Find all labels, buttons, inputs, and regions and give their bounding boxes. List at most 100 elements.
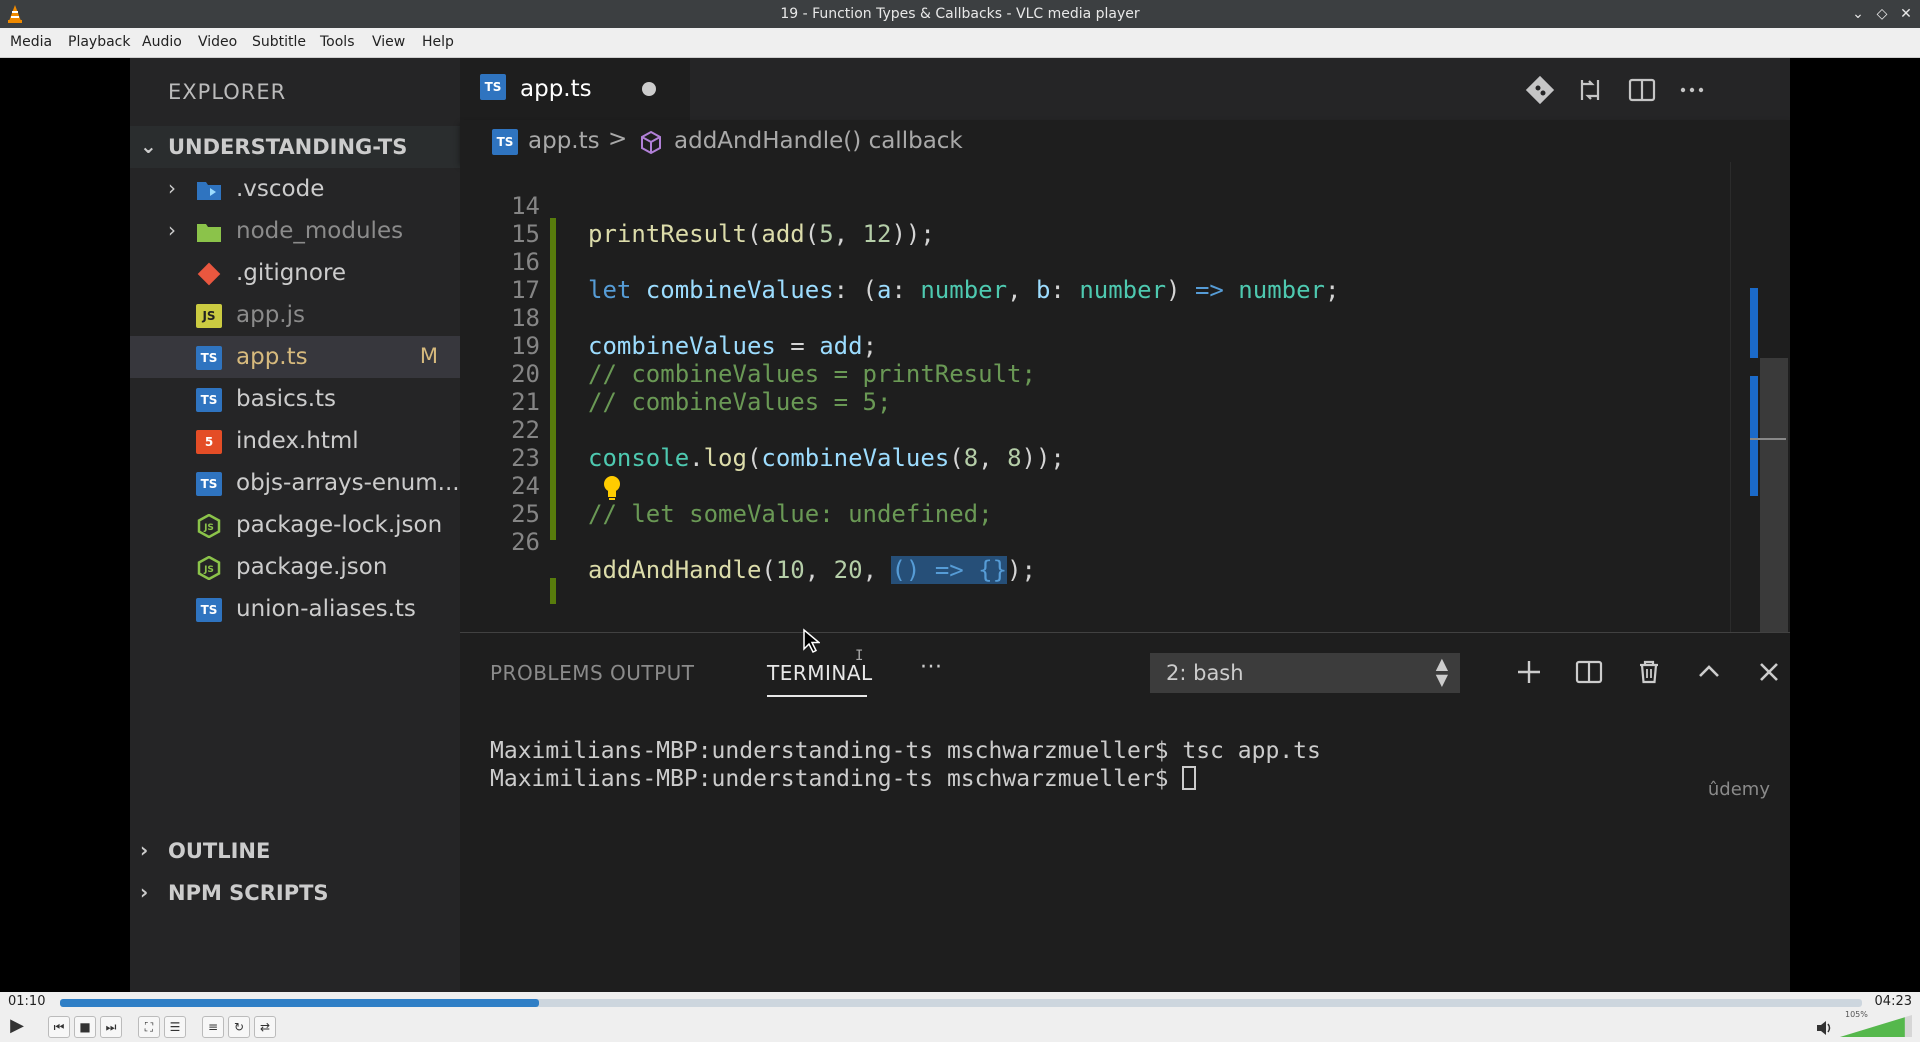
tree-item-app-ts[interactable]: TS app.ts M: [130, 336, 460, 378]
terminal-cursor: [1182, 766, 1197, 790]
close-panel-icon[interactable]: [1752, 655, 1786, 689]
npm-scripts-label: NPM SCRIPTS: [168, 881, 329, 905]
seek-progress: [60, 999, 540, 1007]
scrollbar-thumb[interactable]: [1760, 358, 1788, 638]
selected-text: () => {}: [891, 556, 1008, 584]
ts-file-icon: TS: [196, 472, 222, 496]
speaker-icon[interactable]: [1816, 1020, 1834, 1036]
project-folder-header[interactable]: ⌄ UNDERSTANDING-TS: [130, 126, 460, 168]
tree-item-vscode[interactable]: › .vscode: [130, 168, 460, 210]
terminal-line: Maximilians-MBP:understanding-ts mschwar…: [490, 738, 1321, 764]
time-total: 04:23: [1874, 994, 1912, 1009]
tab-app-ts[interactable]: TS app.ts: [460, 58, 690, 120]
file-name: package.json: [236, 554, 388, 580]
node-json-icon: JS: [197, 514, 221, 538]
ruler-cursor-marker: [1750, 438, 1786, 440]
fullscreen-icon[interactable]: ⛶: [138, 1016, 160, 1038]
stop-icon[interactable]: ■: [74, 1016, 96, 1038]
file-name: index.html: [236, 428, 359, 454]
terminal-output[interactable]: Maximilians-MBP:understanding-ts mschwar…: [490, 737, 1690, 793]
chevron-right-icon: ›: [168, 176, 176, 200]
menu-view[interactable]: View: [372, 34, 405, 50]
tab-terminal[interactable]: TERMINAL: [767, 661, 873, 685]
menu-media[interactable]: Media: [10, 34, 52, 50]
previous-icon[interactable]: ⏮: [48, 1016, 70, 1038]
chevron-up-icon[interactable]: [1692, 655, 1726, 689]
svg-text:JS: JS: [203, 565, 214, 575]
tree-item-node-modules[interactable]: › node_modules: [130, 210, 460, 252]
menu-tools[interactable]: Tools: [320, 34, 355, 50]
vscode-folder-icon: [197, 182, 221, 200]
breadcrumb-file[interactable]: app.ts: [528, 128, 600, 154]
node-json-icon: JS: [197, 556, 221, 580]
editor-group: TS app.ts TS app.ts > addAndHandle() cal…: [460, 58, 1790, 992]
menu-playback[interactable]: Playback: [68, 34, 130, 50]
terminal-select-value: 2: bash: [1166, 661, 1244, 685]
tree-item-union-aliases[interactable]: TS union-aliases.ts: [130, 588, 460, 630]
menu-help[interactable]: Help: [422, 34, 454, 50]
tree-item-app-js[interactable]: JS app.js: [130, 294, 460, 336]
code-editor[interactable]: 14 printResult(add(5, 12)); 15 16 let co…: [460, 162, 1790, 632]
volume-slider[interactable]: [1840, 1014, 1912, 1038]
chevron-down-icon: ⌄: [140, 134, 157, 158]
player-controls: 01:10 04:23 ▶ ⏮ ■ ⏭ ⛶ ☰ ≡ ↻ ⇄ 105%: [0, 992, 1920, 1042]
tree-item-gitignore[interactable]: .gitignore: [130, 252, 460, 294]
npm-scripts-section[interactable]: › NPM SCRIPTS: [130, 872, 460, 914]
node-folder-icon: [197, 224, 221, 242]
tree-item-objs-arrays[interactable]: TS objs-arrays-enum...: [130, 462, 460, 504]
next-icon[interactable]: ⏭: [100, 1016, 122, 1038]
tab-problems[interactable]: PROBLEMS: [490, 661, 603, 685]
time-elapsed: 01:10: [8, 994, 46, 1009]
extended-settings-icon[interactable]: ☰: [164, 1016, 186, 1038]
git-compare-icon[interactable]: [1524, 74, 1556, 106]
unsaved-dot-icon[interactable]: [642, 82, 656, 96]
terminal-select[interactable]: 2: bash ▲ ▼: [1150, 653, 1460, 693]
loop-icon[interactable]: ↻: [228, 1016, 250, 1038]
file-name: package-lock.json: [236, 512, 443, 538]
trash-icon[interactable]: [1632, 655, 1666, 689]
tree-item-basics-ts[interactable]: TS basics.ts: [130, 378, 460, 420]
playlist-icon[interactable]: ≡: [202, 1016, 224, 1038]
new-terminal-icon[interactable]: [1512, 655, 1546, 689]
play-icon[interactable]: ▶: [4, 1016, 30, 1040]
tree-item-index-html[interactable]: 5 index.html: [130, 420, 460, 462]
text-cursor-icon: I: [855, 648, 864, 664]
file-name: app.ts: [236, 344, 308, 370]
lightbulb-icon[interactable]: [600, 474, 624, 502]
restore-icon[interactable]: ◇: [1872, 4, 1892, 24]
js-file-icon: JS: [196, 304, 222, 328]
menu-video[interactable]: Video: [198, 34, 237, 50]
window-title: 19 - Function Types & Callbacks - VLC me…: [780, 6, 1140, 22]
outline-section[interactable]: › OUTLINE: [130, 830, 460, 872]
menu-audio[interactable]: Audio: [142, 34, 182, 50]
panel-more-icon[interactable]: ···: [920, 655, 942, 680]
tree-item-package-json[interactable]: JS package.json: [130, 546, 460, 588]
title-bar: 19 - Function Types & Callbacks - VLC me…: [0, 0, 1920, 28]
tree-item-package-lock[interactable]: JS package-lock.json: [130, 504, 460, 546]
symbol-cube-icon: [641, 130, 661, 155]
terminal-line: Maximilians-MBP:understanding-ts mschwar…: [490, 765, 1690, 793]
file-name: objs-arrays-enum...: [236, 470, 460, 496]
file-name: .vscode: [236, 176, 325, 202]
minimize-icon[interactable]: ⌄: [1848, 4, 1868, 24]
split-editor-icon[interactable]: [1626, 74, 1658, 106]
file-name: union-aliases.ts: [236, 596, 416, 622]
html-file-icon: 5: [196, 430, 222, 454]
close-window-icon[interactable]: ✕: [1896, 4, 1916, 24]
code-text: addAndHandle(10, 20, () => {});: [588, 556, 1036, 584]
tab-output[interactable]: OUTPUT: [610, 661, 695, 685]
ts-file-icon: TS: [196, 346, 222, 370]
tab-label: app.ts: [520, 76, 592, 102]
ts-file-icon: TS: [196, 388, 222, 412]
open-changes-icon[interactable]: [1574, 74, 1606, 106]
file-name: basics.ts: [236, 386, 337, 412]
seek-bar[interactable]: [60, 999, 1862, 1007]
more-actions-icon[interactable]: [1676, 74, 1708, 106]
video-area[interactable]: EXPLORER ⌄ UNDERSTANDING-TS › .vscode › …: [0, 58, 1920, 992]
breadcrumb-symbol[interactable]: addAndHandle() callback: [674, 128, 963, 154]
menu-subtitle[interactable]: Subtitle: [252, 34, 306, 50]
menu-bar: Media Playback Audio Video Subtitle Tool…: [0, 28, 1920, 58]
explorer-sidebar: EXPLORER ⌄ UNDERSTANDING-TS › .vscode › …: [130, 58, 460, 992]
split-terminal-icon[interactable]: [1572, 655, 1606, 689]
shuffle-icon[interactable]: ⇄: [254, 1016, 276, 1038]
